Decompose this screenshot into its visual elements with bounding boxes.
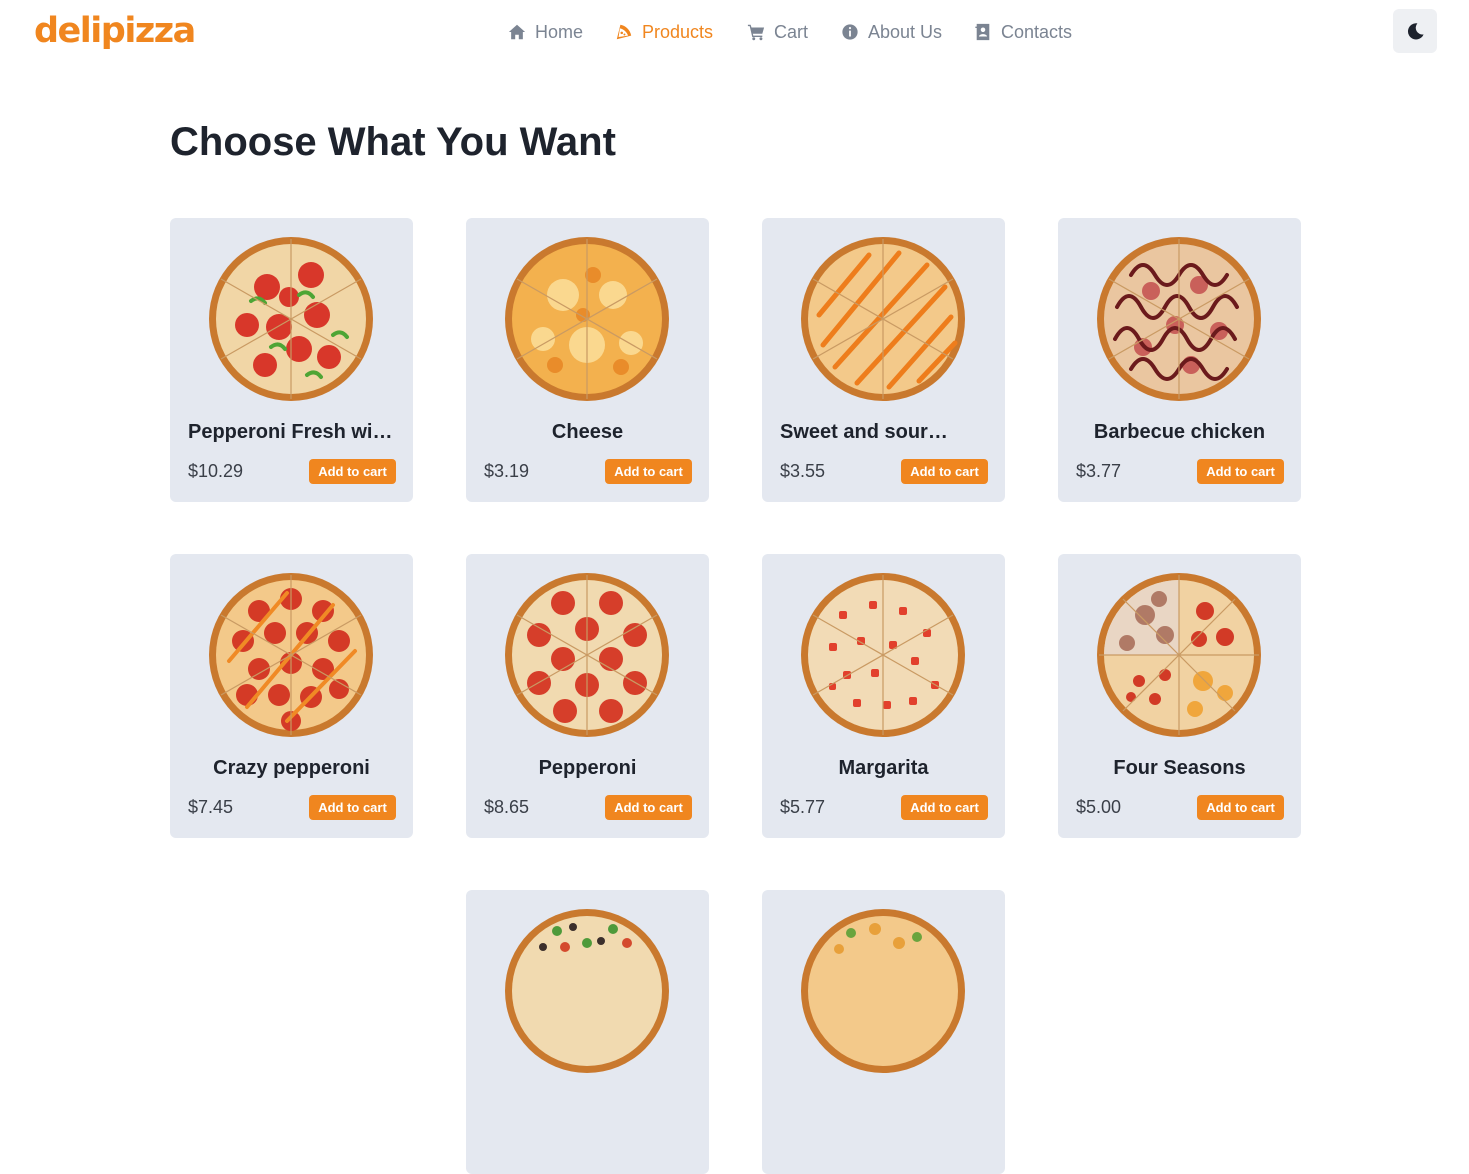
nav-contacts-label: Contacts xyxy=(1001,21,1073,42)
nav-cart-label: Cart xyxy=(774,21,809,42)
product-card[interactable] xyxy=(762,890,1005,1174)
product-card[interactable] xyxy=(466,890,709,1174)
nav-contacts[interactable]: Contacts xyxy=(974,19,1072,45)
product-name: Pepperoni xyxy=(538,757,637,779)
pizza-image xyxy=(209,573,373,737)
product-price: $5.00 xyxy=(1076,797,1122,817)
add-to-cart-button[interactable]: Add to cart xyxy=(309,459,396,484)
product-name: Sweet and sour… xyxy=(780,421,948,443)
product-card[interactable]: Sweet and sour… $3.55 Add to cart xyxy=(762,218,1005,502)
product-card[interactable]: Pepperoni $8.65 Add to cart xyxy=(466,554,709,838)
product-card[interactable]: Pepperoni Fresh wit… $10.29 Add to cart xyxy=(170,218,413,502)
main-nav: Home Products Cart About Us Contacts xyxy=(0,19,1469,45)
product-card[interactable]: Barbecue chicken $3.77 Add to cart xyxy=(1058,218,1301,502)
product-card[interactable]: Four Seasons $5.00 Add to cart xyxy=(1058,554,1301,838)
house-icon xyxy=(508,24,526,40)
add-to-cart-button[interactable]: Add to cart xyxy=(901,795,988,820)
product-name: Cheese xyxy=(551,421,624,443)
pizza-image xyxy=(505,573,669,737)
product-name: Crazy pepperoni xyxy=(213,757,370,779)
product-price: $3.19 xyxy=(484,461,530,481)
product-price: $8.65 xyxy=(484,797,530,817)
product-name: Margarita xyxy=(838,757,929,779)
pizza-slice-icon xyxy=(616,24,632,40)
product-price: $7.45 xyxy=(188,797,234,817)
pizza-image xyxy=(801,573,965,737)
product-name: Barbecue chicken xyxy=(1093,421,1266,443)
add-to-cart-button[interactable]: Add to cart xyxy=(901,459,988,484)
add-to-cart-button[interactable]: Add to cart xyxy=(605,795,692,820)
product-price: $3.77 xyxy=(1076,461,1122,481)
nav-home[interactable]: Home xyxy=(508,19,583,45)
product-price: $5.77 xyxy=(780,797,826,817)
pizza-image xyxy=(1097,237,1261,401)
pizza-image xyxy=(505,909,669,1073)
product-card[interactable]: Margarita $5.77 Add to cart xyxy=(762,554,1005,838)
page-title: Choose What You Want xyxy=(170,120,616,164)
theme-toggle-button[interactable] xyxy=(1393,9,1437,53)
pizza-image xyxy=(209,237,373,401)
contact-book-icon xyxy=(975,23,990,41)
nav-cart[interactable]: Cart xyxy=(747,19,808,45)
product-name: Four Seasons xyxy=(1113,757,1246,779)
product-price: $10.29 xyxy=(188,461,244,481)
add-to-cart-button[interactable]: Add to cart xyxy=(1197,795,1284,820)
nav-about[interactable]: About Us xyxy=(841,19,942,45)
add-to-cart-button[interactable]: Add to cart xyxy=(605,459,692,484)
shopping-cart-icon xyxy=(747,24,765,41)
pizza-image xyxy=(801,237,965,401)
pizza-image xyxy=(801,909,965,1073)
product-card[interactable]: Crazy pepperoni $7.45 Add to cart xyxy=(170,554,413,838)
nav-products[interactable]: Products xyxy=(615,19,713,45)
pizza-image xyxy=(505,237,669,401)
pizza-image xyxy=(1097,573,1261,737)
info-circle-icon xyxy=(842,24,858,40)
product-price: $3.55 xyxy=(780,461,826,481)
product-name: Pepperoni Fresh wit… xyxy=(188,421,395,443)
product-card[interactable]: Cheese $3.19 Add to cart xyxy=(466,218,709,502)
nav-products-label: Products xyxy=(642,21,714,42)
nav-about-label: About Us xyxy=(868,21,943,42)
moon-icon xyxy=(1407,22,1424,39)
add-to-cart-button[interactable]: Add to cart xyxy=(309,795,396,820)
nav-home-label: Home xyxy=(535,21,584,42)
add-to-cart-button[interactable]: Add to cart xyxy=(1197,459,1284,484)
